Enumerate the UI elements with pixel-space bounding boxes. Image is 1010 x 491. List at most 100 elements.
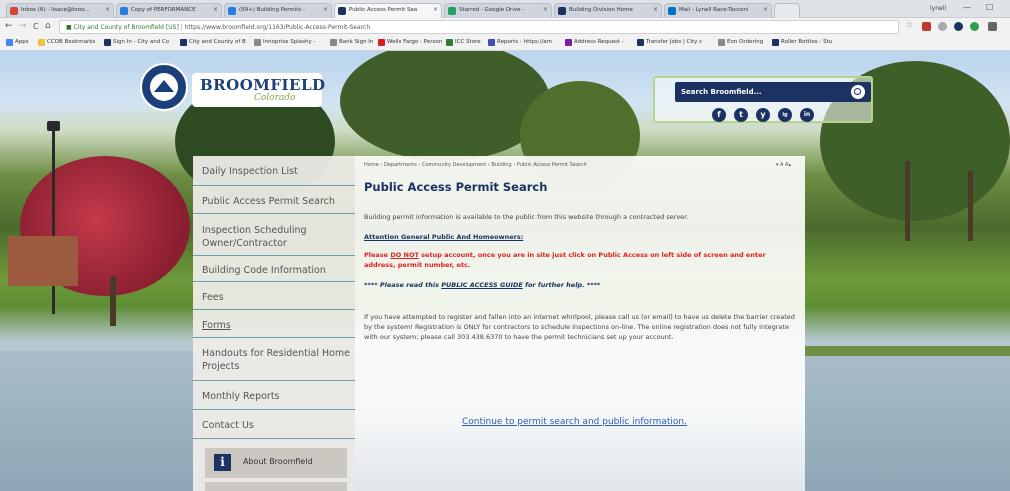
page-viewport: BROOMFIELD Colorado f t y ig in Daily In… (0, 51, 1010, 491)
sidebar-nav: Daily Inspection List Public Access Perm… (193, 156, 355, 491)
sidebar-item-public-access-permit-search[interactable]: Public Access Permit Search (193, 186, 355, 214)
bookmark[interactable]: Transfer Jobs | City c (637, 39, 702, 46)
about-broomfield-button[interactable]: i About Broomfield (205, 448, 347, 478)
lock-icon: ■ (66, 24, 74, 31)
bookmark[interactable]: ICC Store (446, 39, 481, 46)
browser-tab-active[interactable]: Public Access Permit Sea × (334, 3, 442, 18)
continue-to-permit-search-link[interactable]: Continue to permit search and public inf… (462, 417, 687, 427)
new-tab-button[interactable] (774, 3, 800, 18)
search-input[interactable] (681, 84, 841, 100)
public-access-guide-link[interactable]: PUBLIC ACCESS GUIDE (441, 281, 523, 289)
far-shore (805, 346, 1010, 356)
intro-text: Building permit information is available… (364, 213, 689, 221)
icc-icon (446, 39, 453, 46)
attention-heading[interactable]: Attention General Public And Homeowners: (364, 233, 523, 241)
extension-icon[interactable] (938, 22, 947, 31)
close-tab-icon[interactable]: × (653, 6, 658, 13)
bookmark[interactable]: Sign In - City and Co (104, 39, 169, 46)
sidebar-item-fees[interactable]: Fees (193, 282, 355, 310)
back-button[interactable]: ← (5, 21, 13, 31)
bookmark-folder[interactable]: CCOB Bookmarks (38, 39, 95, 46)
tree-canopy (340, 51, 550, 161)
lamp-post (52, 129, 55, 314)
browser-tab[interactable]: Mail - Lynell Race-Tacconi × (664, 3, 772, 18)
breadcrumb[interactable]: Home › Departments › Community Developme… (364, 162, 587, 168)
close-tab-icon[interactable]: × (323, 6, 328, 13)
broomfield-logo[interactable]: BROOMFIELD Colorado (140, 63, 340, 113)
wells-fargo-icon (378, 39, 385, 46)
google-drive-icon (448, 7, 456, 15)
apps-icon (6, 39, 13, 46)
search-icon[interactable] (851, 85, 865, 99)
sidebar-item-building-code-information[interactable]: Building Code Information (193, 256, 355, 282)
outlook-icon (228, 7, 236, 15)
sidebar-item-monthly-reports[interactable]: Monthly Reports (193, 381, 355, 410)
bookmark-apps[interactable]: Apps (6, 39, 29, 46)
lamp-head (47, 121, 60, 131)
broomfield-icon (104, 39, 111, 46)
instagram-icon[interactable]: ig (778, 108, 792, 122)
close-tab-icon[interactable]: × (433, 6, 438, 13)
forward-button[interactable]: → (19, 21, 27, 31)
text-size-control[interactable]: ▾ A A▴ (776, 162, 791, 168)
search-panel: f t y ig in (653, 76, 873, 123)
extension-icon[interactable] (954, 22, 963, 31)
close-tab-icon[interactable]: × (213, 6, 218, 13)
url-field[interactable]: ■ City and County of Broomfield [US] | h… (59, 20, 899, 34)
guide-note: **** Please read this PUBLIC ACCESS GUID… (364, 281, 601, 289)
tree-trunk (110, 276, 116, 326)
youtube-icon[interactable]: y (756, 108, 770, 122)
profile-name[interactable]: lynell (930, 5, 946, 12)
browser-tab[interactable]: Copy of PERFORMANCE × (116, 3, 222, 18)
info-icon: i (214, 454, 231, 471)
facebook-icon[interactable]: f (712, 108, 726, 122)
menu-icon[interactable] (988, 22, 997, 31)
extension-icon[interactable] (922, 22, 931, 31)
bookmark[interactable]: Roller Bottles - Stu (772, 39, 832, 46)
about-broomfield-label: About Broomfield (243, 457, 313, 466)
folder-icon (38, 39, 45, 46)
tree-trunk (905, 161, 910, 241)
bookmark[interactable]: Bank Sign In (330, 39, 373, 46)
sidebar-item-daily-inspection-list[interactable]: Daily Inspection List (193, 156, 355, 186)
home-button[interactable]: ⌂ (45, 21, 51, 31)
sidebar-item-handouts[interactable]: Handouts for Residential Home Projects (193, 338, 355, 381)
doc-icon (120, 7, 128, 15)
sidebar-item-contact-us[interactable]: Contact Us (193, 410, 355, 439)
bookmark[interactable]: Reports - https://am (488, 39, 552, 46)
browser-tab[interactable]: Inbox (6) - lisace@broo... × (6, 3, 114, 18)
restore-button[interactable]: ☐ (986, 3, 993, 12)
star-icon[interactable]: ☆ (906, 20, 915, 29)
tree-trunk (968, 171, 973, 241)
browser-tab[interactable]: Building Division Home × (554, 3, 662, 18)
page-icon (254, 39, 261, 46)
broomfield-icon (558, 7, 566, 15)
address-bar-row: ← → C ⌂ ■ City and County of Broomfield … (0, 18, 1010, 36)
sidebar-item-forms[interactable]: Forms (193, 310, 355, 338)
city-seal-icon (140, 63, 188, 111)
twitter-icon[interactable]: t (734, 108, 748, 122)
bookmark[interactable]: Wells Fargo - Person (378, 39, 442, 46)
browser-tab[interactable]: (99+) Building Permits - × (224, 3, 332, 18)
close-tab-icon[interactable]: × (105, 6, 110, 13)
bookmark[interactable]: Address Request - (565, 39, 624, 46)
whirlpool-text: If you have attempted to register and fa… (364, 313, 795, 341)
bookmark[interactable]: Eon Ordering (718, 39, 763, 46)
extension-icon[interactable] (970, 22, 979, 31)
broomfield-icon (180, 39, 187, 46)
browser-tab[interactable]: Starred - Google Drive - × (444, 3, 552, 18)
sidebar-item-inspection-scheduling[interactable]: Inspection Scheduling Owner/Contractor (193, 214, 355, 256)
form-icon (565, 39, 572, 46)
minimize-button[interactable]: — (963, 3, 971, 12)
broomfield-icon (338, 7, 346, 15)
reload-button[interactable]: C (33, 22, 39, 31)
close-tab-icon[interactable]: × (543, 6, 548, 13)
content-photo-fade (355, 416, 805, 491)
sidebar-promo-box[interactable] (205, 482, 347, 491)
bookmarks-bar: Apps CCOB Bookmarks Sign In - City and C… (0, 36, 1010, 51)
close-tab-icon[interactable]: × (763, 6, 768, 13)
linkedin-icon[interactable]: in (800, 108, 814, 122)
bookmark[interactable]: Innoprise Splashy - (254, 39, 315, 46)
bookmark[interactable]: City and County of B (180, 39, 246, 46)
page-icon (718, 39, 725, 46)
